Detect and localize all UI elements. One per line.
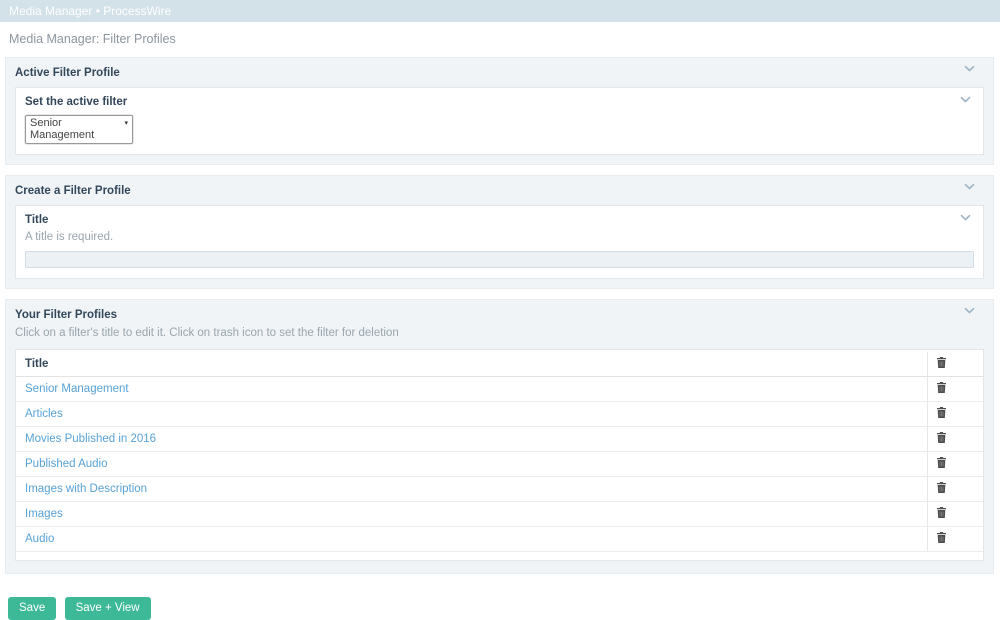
profile-link[interactable]: Articles — [25, 408, 63, 420]
trash-icon[interactable] — [936, 507, 946, 518]
chevron-down-icon[interactable] — [964, 65, 975, 72]
trash-icon[interactable] — [936, 407, 946, 418]
chevron-down-icon[interactable] — [964, 183, 975, 190]
panel-active-filter-title: Active Filter Profile — [15, 67, 120, 79]
trash-icon[interactable] — [936, 457, 946, 468]
panel-your-filter-profiles-header[interactable]: Your Filter Profiles — [6, 300, 993, 327]
create-filter-title-label: Title — [25, 214, 49, 226]
active-filter-field: Set the active filter Senior Management … — [15, 87, 984, 155]
chevron-down-icon[interactable] — [960, 214, 971, 221]
save-view-button[interactable]: Save + View — [64, 597, 151, 620]
panel-active-filter: Active Filter Profile Set the active fil… — [5, 57, 994, 165]
table-row: Published Audio — [16, 451, 983, 477]
title-required-note: A title is required. — [25, 231, 114, 243]
table-row: Images — [16, 501, 983, 527]
topbar-title: Media Manager • ProcessWire — [9, 4, 172, 18]
profile-link[interactable]: Images with Description — [25, 483, 147, 495]
chevron-down-icon[interactable] — [964, 307, 975, 314]
trash-column-header — [926, 352, 983, 377]
profiles-table-container: Title Senior Management Articles Movies … — [15, 349, 984, 561]
active-filter-select[interactable]: Senior Management ▾ — [25, 115, 133, 144]
table-row: Audio — [16, 526, 983, 552]
button-bar: Save Save + View — [5, 584, 994, 620]
trash-icon[interactable] — [936, 532, 946, 543]
panel-active-filter-header[interactable]: Active Filter Profile — [6, 58, 993, 85]
profiles-description: Click on a filter's title to edit it. Cl… — [15, 327, 399, 339]
profiles-table: Title Senior Management Articles Movies … — [16, 352, 983, 552]
table-row: Images with Description — [16, 476, 983, 502]
trash-icon[interactable] — [936, 357, 946, 368]
active-filter-label: Set the active filter — [25, 96, 128, 108]
panel-create-filter-title: Create a Filter Profile — [15, 185, 131, 197]
table-row: Movies Published in 2016 — [16, 426, 983, 452]
table-row: Senior Management — [16, 376, 983, 402]
profile-link[interactable]: Movies Published in 2016 — [25, 433, 156, 445]
title-column-header: Title — [16, 352, 927, 377]
trash-icon[interactable] — [936, 382, 946, 393]
panel-create-filter-header[interactable]: Create a Filter Profile — [6, 176, 993, 203]
page-title: Media Manager: Filter Profiles — [9, 32, 176, 46]
create-filter-title-field: Title A title is required. — [15, 205, 984, 279]
table-row: Articles — [16, 401, 983, 427]
profile-link[interactable]: Senior Management — [25, 383, 129, 395]
title-input[interactable] — [25, 251, 974, 268]
trash-icon[interactable] — [936, 432, 946, 443]
trash-icon[interactable] — [936, 482, 946, 493]
profile-link[interactable]: Published Audio — [25, 458, 107, 470]
topbar: Media Manager • ProcessWire — [0, 0, 1000, 22]
chevron-down-icon[interactable] — [960, 96, 971, 103]
table-header-row: Title — [16, 352, 983, 377]
panel-your-filter-profiles-title: Your Filter Profiles — [15, 309, 118, 321]
profile-link[interactable]: Images — [25, 508, 63, 520]
panel-create-filter: Create a Filter Profile Title A title is… — [5, 175, 994, 289]
profiles-table-body: Senior Management Articles Movies Publis… — [16, 376, 983, 552]
save-button[interactable]: Save — [8, 597, 57, 620]
profile-link[interactable]: Audio — [25, 533, 54, 545]
select-arrow-icon: ▾ — [124, 120, 128, 127]
active-filter-select-value: Senior Management — [30, 117, 95, 141]
panel-your-filter-profiles: Your Filter Profiles Click on a filter's… — [5, 299, 994, 574]
main-content: Active Filter Profile Set the active fil… — [0, 57, 1000, 620]
